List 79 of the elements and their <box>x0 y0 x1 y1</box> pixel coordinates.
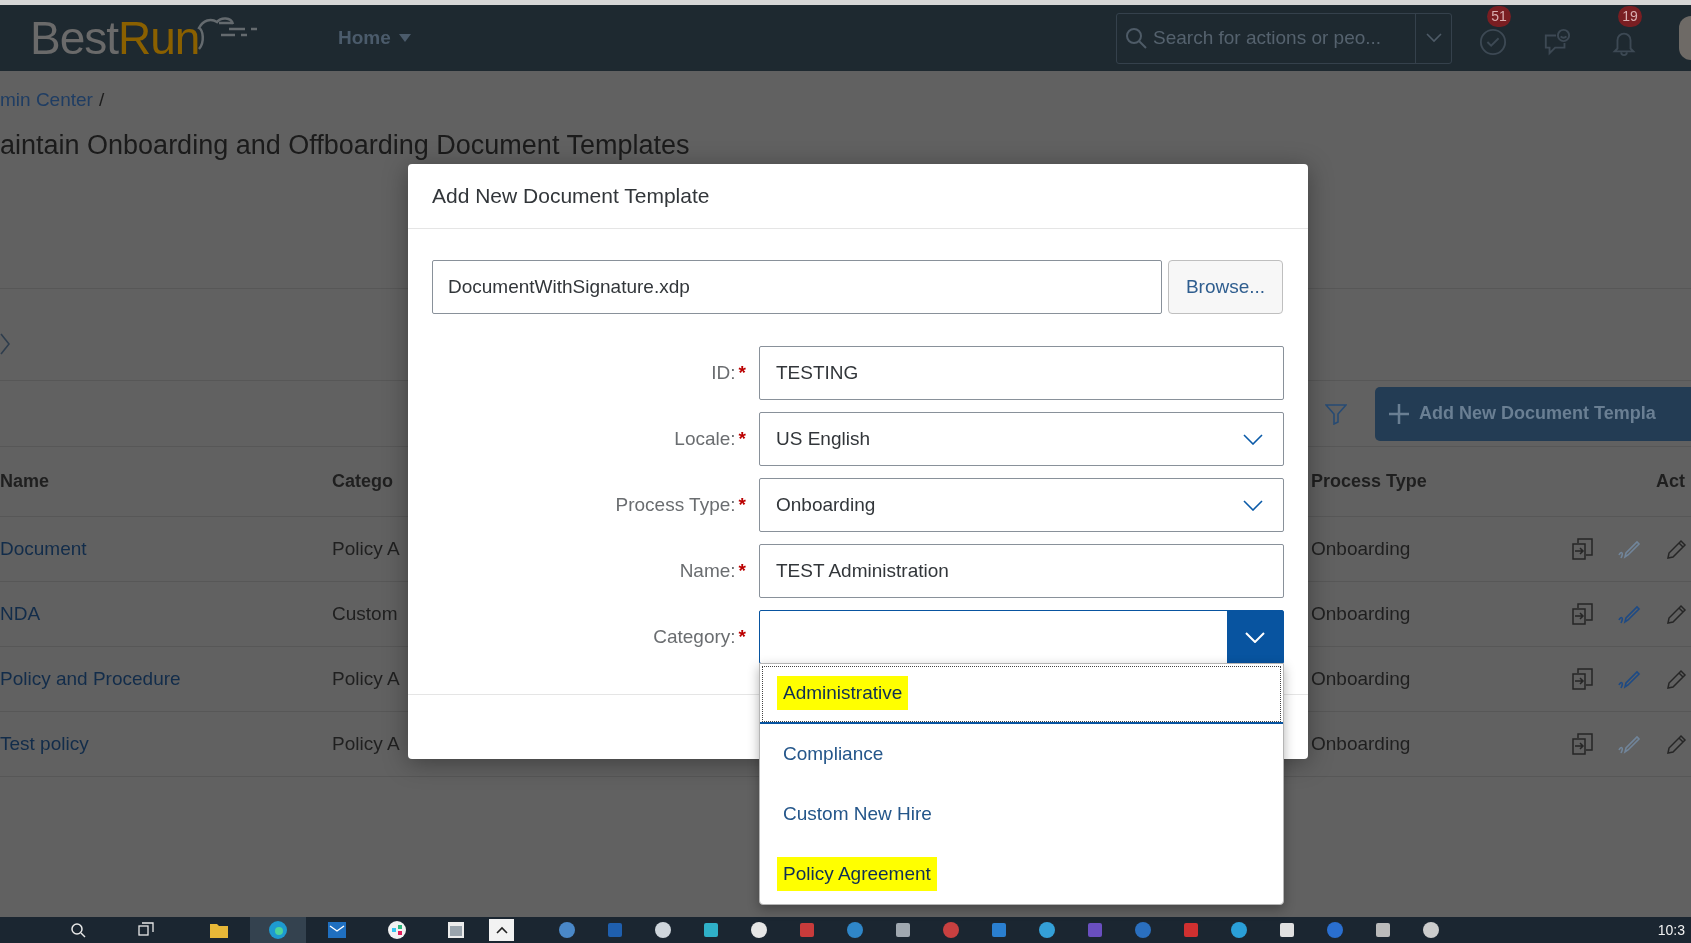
column-header: Catego <box>332 471 393 491</box>
app-icon[interactable] <box>1279 922 1295 938</box>
taskbar-app-button[interactable] <box>250 917 306 943</box>
required-mark: * <box>738 558 746 583</box>
field-label: Process Type: <box>615 492 736 517</box>
search-field[interactable]: Search for actions or peo... <box>1153 23 1415 53</box>
dropdown-option[interactable]: Custom New Hire <box>760 784 1283 844</box>
check-circle-icon[interactable] <box>1479 28 1507 56</box>
table-cell: Onboarding <box>1311 537 1411 559</box>
pencil-icon[interactable] <box>1666 668 1688 690</box>
tray-toggle-button[interactable] <box>489 919 514 941</box>
browse-button[interactable]: Browse... <box>1168 260 1283 314</box>
count-badge: 19 <box>1618 6 1642 27</box>
table-cell: Policy A <box>332 537 400 559</box>
field-label: Name: <box>679 558 736 583</box>
dropdown-toggle-button[interactable] <box>1227 611 1283 663</box>
page-title: aintain Onboarding and Offboarding Document Templates <box>0 129 690 161</box>
chat-smiley-icon[interactable] <box>1543 28 1571 56</box>
file-name-field[interactable]: DocumentWithSignature.xdp <box>432 260 1162 314</box>
avatar[interactable] <box>1679 16 1691 60</box>
column-header: Name <box>0 471 50 491</box>
field-label: ID: <box>711 360 736 385</box>
required-mark: * <box>738 492 746 517</box>
app-icon[interactable] <box>655 922 671 938</box>
column-header: Process Type <box>1311 471 1427 491</box>
search-icon <box>1125 27 1147 49</box>
box-arrow-icon[interactable] <box>1570 602 1594 626</box>
dropdown-option[interactable]: Compliance <box>760 724 1283 784</box>
table-cell: Onboarding <box>1311 602 1411 624</box>
required-mark: * <box>738 624 746 649</box>
chevron-right-icon[interactable] <box>0 333 10 355</box>
task-view-icon[interactable] <box>138 922 154 938</box>
chevron-down-icon[interactable] <box>1243 499 1263 511</box>
count-badge: 51 <box>1487 6 1511 27</box>
text-field[interactable]: TEST Administration <box>759 544 1284 598</box>
chevron-down-icon[interactable] <box>1243 433 1263 445</box>
select-field[interactable]: US English <box>759 412 1284 466</box>
field-label: Locale: <box>674 426 736 451</box>
box-arrow-icon[interactable] <box>1570 667 1594 691</box>
search-icon[interactable] <box>70 922 86 938</box>
chevron-up-icon <box>495 926 508 934</box>
plus-icon <box>1389 403 1409 424</box>
box-arrow-icon[interactable] <box>1570 732 1594 756</box>
caret-down-icon <box>398 34 411 42</box>
table-cell: Onboarding <box>1311 732 1411 754</box>
dialog-title: Add New Document Template <box>432 183 710 210</box>
clock-text: 10:3 <box>1657 920 1685 940</box>
chevron-down-icon <box>1425 33 1442 43</box>
box-arrow-icon[interactable] <box>1570 537 1594 561</box>
cloud-icon <box>197 16 260 52</box>
pencil-icon[interactable] <box>1666 538 1688 560</box>
table-cell: Policy A <box>332 667 400 689</box>
logo-text: BestRun <box>30 13 200 63</box>
folder-icon[interactable] <box>210 922 228 938</box>
text-field[interactable]: TESTING <box>759 346 1284 400</box>
select-field[interactable]: Onboarding <box>759 478 1284 532</box>
breadcrumb-separator: / <box>98 87 105 112</box>
app-icon[interactable] <box>751 922 767 938</box>
pencil-icon[interactable] <box>1666 733 1688 755</box>
pencil-icon[interactable] <box>1666 603 1688 625</box>
app-icon <box>269 921 287 939</box>
dropdown-option[interactable]: Administrative <box>760 664 1283 724</box>
dropdown-option[interactable]: Policy Agreement <box>760 844 1283 904</box>
required-mark: * <box>738 426 746 451</box>
app-icon[interactable] <box>1423 922 1439 938</box>
search-box[interactable]: Search for actions or peo... <box>1116 12 1452 64</box>
window-icon[interactable] <box>448 922 464 938</box>
table-cell: Onboarding <box>1311 667 1411 689</box>
table-cell: Policy A <box>332 732 400 754</box>
required-mark: * <box>738 360 746 385</box>
field-label: Category: <box>653 624 736 649</box>
app-icon[interactable] <box>388 921 406 939</box>
mail-icon[interactable] <box>328 922 346 938</box>
app-icon[interactable] <box>1375 922 1391 938</box>
app-icon[interactable] <box>895 922 911 938</box>
app-icon[interactable] <box>703 922 719 938</box>
column-header: Act <box>1656 471 1685 491</box>
table-cell: Custom <box>332 602 398 624</box>
chevron-down-icon <box>1245 631 1265 643</box>
